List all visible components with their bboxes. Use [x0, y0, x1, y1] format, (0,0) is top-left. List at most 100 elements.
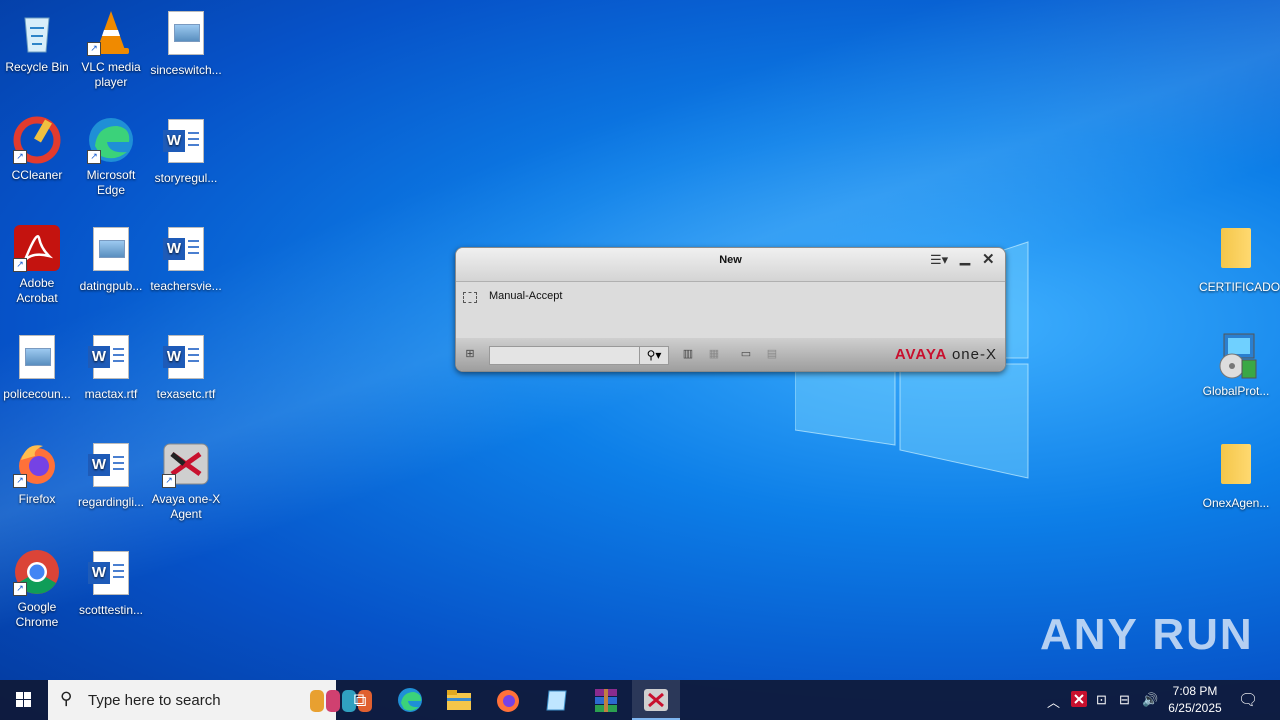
book-icon[interactable]: ▥ — [680, 348, 696, 360]
minimize-icon[interactable]: ▁ — [960, 250, 970, 266]
search-icon: ⚲ — [60, 689, 73, 708]
word-document-icon: W — [87, 335, 135, 383]
desktop-icon-label: policecoun... — [3, 387, 71, 401]
taskbar: ⚲ Type here to search ⧉ ︿ ⊡ ⊟ 🔊 7:08 PM … — [0, 680, 1280, 720]
shortcut-arrow-icon: ↗ — [13, 258, 27, 272]
close-icon[interactable]: ✕ — [982, 250, 995, 268]
task-view-icon[interactable]: ⧉ — [336, 680, 384, 720]
taskbar-clock[interactable]: 7:08 PM 6/25/2025 — [1162, 683, 1228, 717]
desktop-icon-texasetc[interactable]: W texasetc.rtf — [149, 332, 223, 402]
window-footer-toolbar: ⊞ ⚲▾ ▥ ▦ ▭ ▤ AVAYA one-X — [456, 338, 1005, 371]
desktop-icon-regardingli[interactable]: W regardingli... — [74, 440, 148, 510]
clock-date: 6/25/2025 — [1168, 701, 1222, 715]
edge-icon: ↗ — [87, 116, 135, 164]
ccleaner-icon: ↗ — [13, 116, 61, 164]
recycle-bin-icon — [13, 8, 61, 56]
menu-icon[interactable]: ☰▾ — [930, 252, 948, 268]
desktop-icon-label: regardingli... — [77, 495, 145, 509]
shortcut-arrow-icon: ↗ — [87, 150, 101, 164]
manual-accept-checkbox[interactable] — [463, 292, 477, 303]
word-document-icon: W — [162, 335, 210, 383]
desktop-icon-certificado[interactable]: CERTIFICADO — [1199, 224, 1280, 295]
vlc-cone-icon: ↗ — [87, 8, 135, 56]
installer-icon — [1212, 332, 1260, 380]
search-button[interactable]: ⚲▾ — [639, 346, 669, 365]
desktop-icon-avaya-one-x-agent[interactable]: ↗ Avaya one-X Agent — [149, 440, 223, 522]
window-icon[interactable]: ▭ — [738, 348, 754, 360]
adobe-acrobat-icon: ↗ — [13, 224, 61, 272]
desktop-icon-storyregul[interactable]: W storyregul... — [149, 116, 223, 186]
desktop-icon-label: Google Chrome — [15, 600, 59, 629]
desktop-icon-recycle-bin[interactable]: Recycle Bin — [0, 8, 74, 75]
tray-camera-icon[interactable]: ⊡ — [1096, 692, 1107, 708]
desktop-icon-label: GlobalProt... — [1202, 384, 1270, 398]
onex-brand-text: one-X — [951, 346, 997, 363]
desktop-icon-label: CCleaner — [11, 168, 63, 182]
desktop-icon-policecoun[interactable]: policecoun... — [0, 332, 74, 402]
desktop-icon-datingpub[interactable]: datingpub... — [74, 224, 148, 294]
grid-icon[interactable]: ▦ — [706, 348, 722, 360]
taskbar-notepad-icon[interactable] — [533, 680, 581, 720]
desktop-icon-label: scotttestin... — [78, 603, 144, 617]
word-document-icon: W — [162, 119, 210, 167]
avaya-brand-text: AVAYA — [894, 346, 947, 363]
desktop-icon-label: datingpub... — [79, 279, 143, 293]
desktop-icon-label: Microsoft Edge — [86, 168, 136, 197]
add-contact-icon[interactable]: ⊞ — [462, 348, 478, 360]
tray-avaya-icon[interactable] — [1071, 691, 1087, 710]
shortcut-arrow-icon: ↗ — [13, 150, 27, 164]
desktop-icon-label: OnexAgen... — [1202, 496, 1270, 510]
tray-network-icon[interactable]: ⊟ — [1119, 692, 1130, 708]
taskbar-avaya-icon[interactable] — [632, 680, 680, 720]
taskbar-firefox-icon[interactable] — [484, 680, 532, 720]
desktop-icon-adobe-acrobat[interactable]: ↗ Adobe Acrobat — [0, 224, 74, 306]
window-titlebar[interactable]: New ☰▾ ▁ ✕ — [456, 248, 1005, 282]
search-input[interactable] — [489, 346, 641, 365]
taskbar-search-placeholder: Type here to search — [88, 692, 221, 709]
avaya-new-window: New ☰▾ ▁ ✕ Manual-Accept ⊞ ⚲▾ ▥ ▦ ▭ ▤ AV… — [455, 247, 1006, 372]
taskbar-winrar-icon[interactable] — [582, 680, 630, 720]
shortcut-arrow-icon: ↗ — [13, 582, 27, 596]
desktop-icon-onexagen[interactable]: OnexAgen... — [1199, 440, 1273, 511]
window-title: New — [719, 254, 742, 266]
desktop-icon-label: Avaya one-X Agent — [151, 492, 221, 521]
desktop-icon-label: storyregul... — [154, 171, 218, 185]
tray-volume-icon[interactable]: 🔊 — [1142, 692, 1158, 708]
panel-icon[interactable]: ▤ — [764, 348, 780, 360]
show-hidden-icons-chevron-icon[interactable]: ︿ — [1047, 692, 1060, 711]
desktop-icon-label: texasetc.rtf — [156, 387, 216, 401]
desktop-icon-vlc[interactable]: ↗ VLC media player — [74, 8, 148, 90]
search-icon: ⚲ — [646, 348, 656, 362]
taskbar-file-explorer-icon[interactable] — [435, 680, 483, 720]
word-document-icon: W — [162, 227, 210, 275]
desktop-icon-mactax[interactable]: W mactax.rtf — [74, 332, 148, 402]
image-file-icon — [87, 227, 135, 275]
desktop-icon-scotttestin[interactable]: W scotttestin... — [74, 548, 148, 618]
desktop-icon-label: VLC media player — [81, 60, 141, 89]
desktop-icon-microsoft-edge[interactable]: ↗ Microsoft Edge — [74, 116, 148, 198]
firefox-icon: ↗ — [13, 440, 61, 488]
desktop-icon-google-chrome[interactable]: ↗ Google Chrome — [0, 548, 74, 630]
google-chrome-icon: ↗ — [13, 548, 61, 596]
avaya-onex-icon: ↗ — [162, 440, 210, 488]
desktop-icon-teachersvie[interactable]: W teachersvie... — [149, 224, 223, 294]
desktop-icon-label: Firefox — [18, 492, 56, 506]
start-button[interactable] — [0, 680, 48, 720]
manual-accept-label: Manual-Accept — [489, 290, 563, 302]
taskbar-edge-icon[interactable] — [386, 680, 434, 720]
desktop-icon-label: sinceswitch... — [150, 63, 222, 77]
image-file-icon — [13, 335, 61, 383]
desktop-icon-globalprot[interactable]: GlobalProt... — [1199, 332, 1273, 399]
desktop-icon-label: mactax.rtf — [84, 387, 138, 401]
desktop-icon-firefox[interactable]: ↗ Firefox — [0, 440, 74, 507]
anyrun-watermark: ANY RUN — [1040, 610, 1254, 659]
shortcut-arrow-icon: ↗ — [87, 42, 101, 56]
action-center-icon[interactable]: 🗨 — [1238, 690, 1258, 710]
desktop-icon-ccleaner[interactable]: ↗ CCleaner — [0, 116, 74, 183]
desktop-icon-label: CERTIFICADO — [1199, 280, 1280, 294]
taskbar-search-box[interactable]: ⚲ Type here to search — [48, 680, 372, 720]
desktop-icon-sinceswitch[interactable]: sinceswitch... — [149, 8, 223, 78]
word-document-icon: W — [87, 551, 135, 599]
image-file-icon — [162, 11, 210, 59]
windows-start-icon — [16, 692, 31, 707]
